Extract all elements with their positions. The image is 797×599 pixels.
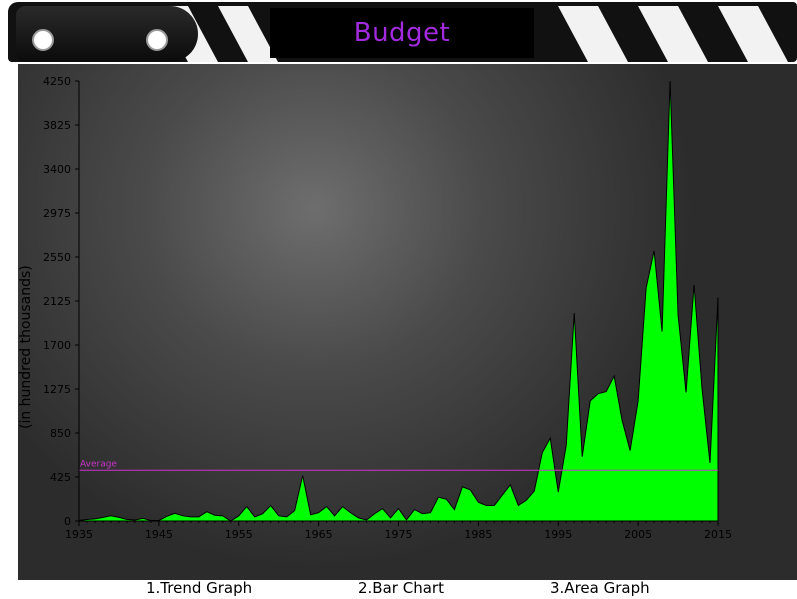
- y-tick-label: 4250: [43, 75, 71, 88]
- y-tick-label: 1700: [43, 339, 71, 352]
- y-tick-label: 2125: [43, 295, 71, 308]
- title-box: Budget: [270, 8, 534, 58]
- nav-trend-graph[interactable]: 1.Trend Graph: [146, 579, 252, 597]
- y-tick-label: 2550: [43, 251, 71, 264]
- chart-title: Budget: [353, 18, 451, 48]
- x-tick-label: 1965: [305, 528, 333, 541]
- area-series: [78, 80, 719, 522]
- average-label: Average: [80, 459, 117, 469]
- nav-area-graph[interactable]: 3.Area Graph: [550, 579, 650, 597]
- chart-board: (in hundred thousands) Average 0 425 850 127…: [18, 64, 797, 580]
- x-tick-label: 2015: [704, 528, 732, 541]
- y-tick-label: 850: [50, 427, 71, 440]
- nav-bar-chart[interactable]: 2.Bar Chart: [358, 579, 444, 597]
- y-tick-label: 425: [50, 471, 71, 484]
- y-tick-label: 0: [64, 515, 71, 528]
- x-tick-label: 1985: [464, 528, 492, 541]
- hinge-hole-icon: [32, 29, 54, 51]
- clapper-hinge: [16, 6, 198, 62]
- area-chart: Average 0 425 850 1275 1700 2125 2550 2975 3400 38…: [43, 75, 732, 541]
- y-tick-label: 1275: [43, 383, 71, 396]
- x-tick-label: 1975: [385, 528, 413, 541]
- x-tick-label: 1995: [544, 528, 572, 541]
- x-tick-label: 1935: [65, 528, 93, 541]
- y-tick-label: 3400: [43, 163, 71, 176]
- hinge-hole-icon: [146, 29, 168, 51]
- y-tick-label: 3825: [43, 119, 71, 132]
- y-tick-label: 2975: [43, 207, 71, 220]
- clapperboard-top: Budget: [8, 2, 797, 62]
- x-tick-label: 2005: [624, 528, 652, 541]
- x-tick-label: 1955: [225, 528, 253, 541]
- x-tick-label: 1945: [145, 528, 173, 541]
